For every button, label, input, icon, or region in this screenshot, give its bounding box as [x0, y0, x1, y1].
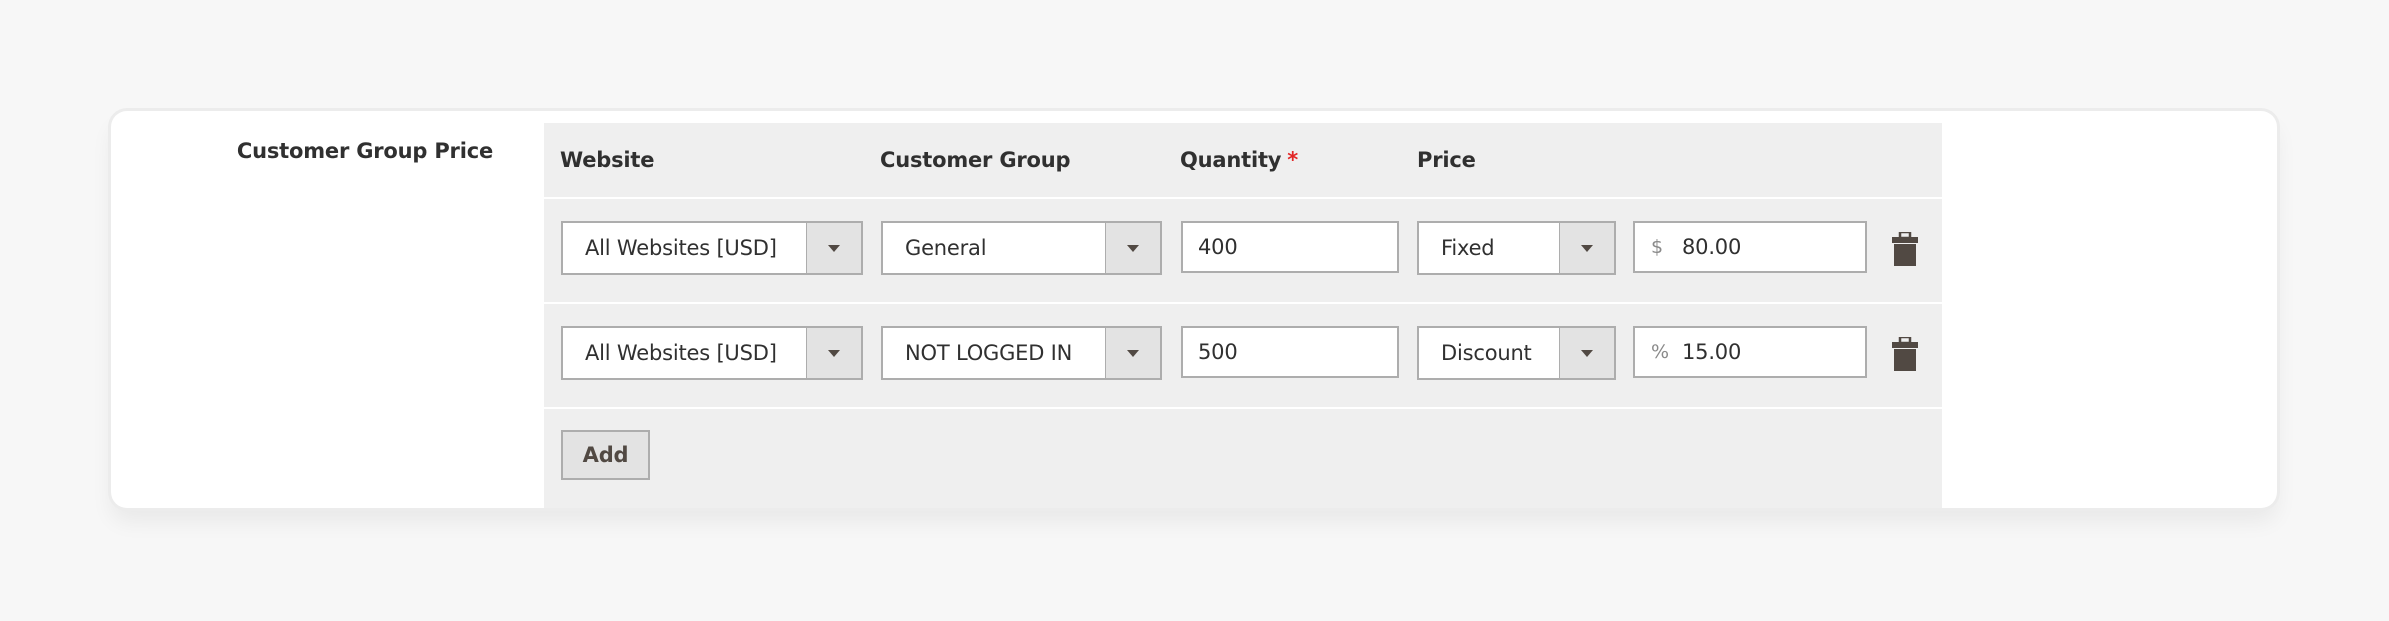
price-type-select[interactable]: Discount	[1417, 326, 1616, 380]
customer-group-price-fieldset: Customer Group Price Website Customer Gr…	[111, 111, 2277, 508]
price-amount-value: 80.00	[1682, 235, 1742, 259]
chevron-down-icon	[1127, 245, 1139, 252]
required-indicator: *	[1287, 148, 1299, 172]
customer-group-select[interactable]: General	[881, 221, 1162, 275]
quantity-input-value: 400	[1198, 235, 1238, 259]
price-type-select-value: Fixed	[1441, 236, 1495, 260]
quantity-input[interactable]: 400	[1181, 221, 1399, 273]
price-type-select-toggle[interactable]	[1559, 328, 1614, 378]
column-header-quantity-label: Quantity	[1180, 148, 1282, 172]
website-select[interactable]: All Websites [USD]	[561, 326, 863, 380]
column-header-customer-group: Customer Group	[880, 148, 1071, 172]
website-select[interactable]: All Websites [USD]	[561, 221, 863, 275]
customer-group-select[interactable]: NOT LOGGED IN	[881, 326, 1162, 380]
price-amount-value: 15.00	[1682, 340, 1742, 364]
table-row: All Websites [USD] General 400 Fixed $ 8…	[544, 199, 1942, 304]
chevron-down-icon	[1581, 245, 1593, 252]
website-select-toggle[interactable]	[806, 223, 861, 273]
price-type-select-value: Discount	[1441, 341, 1532, 365]
website-select-toggle[interactable]	[806, 328, 861, 378]
website-select-value: All Websites [USD]	[585, 341, 777, 365]
customer-group-select-value: NOT LOGGED IN	[905, 341, 1073, 365]
column-header-price: Price	[1417, 148, 1476, 172]
add-button[interactable]: Add	[561, 430, 650, 480]
customer-group-price-grid: Website Customer Group Quantity * Price A…	[544, 123, 1942, 508]
currency-symbol: $	[1651, 236, 1664, 258]
quantity-input-value: 500	[1198, 340, 1238, 364]
price-amount-input[interactable]: $ 80.00	[1633, 221, 1867, 273]
price-type-select[interactable]: Fixed	[1417, 221, 1616, 275]
customer-group-select-value: General	[905, 236, 987, 260]
chevron-down-icon	[1581, 350, 1593, 357]
grid-header: Website Customer Group Quantity * Price	[544, 123, 1942, 199]
trash-icon[interactable]	[1892, 230, 1918, 266]
website-select-value: All Websites [USD]	[585, 236, 777, 260]
chevron-down-icon	[828, 245, 840, 252]
column-header-quantity: Quantity *	[1180, 148, 1298, 172]
quantity-input[interactable]: 500	[1181, 326, 1399, 378]
chevron-down-icon	[828, 350, 840, 357]
chevron-down-icon	[1127, 350, 1139, 357]
column-header-website: Website	[560, 148, 655, 172]
percent-symbol: %	[1651, 341, 1670, 363]
customer-group-select-toggle[interactable]	[1105, 328, 1160, 378]
price-type-select-toggle[interactable]	[1559, 223, 1614, 273]
grid-footer: Add	[544, 409, 1942, 508]
trash-icon[interactable]	[1892, 335, 1918, 371]
customer-group-select-toggle[interactable]	[1105, 223, 1160, 273]
field-label: Customer Group Price	[236, 139, 493, 163]
table-row: All Websites [USD] NOT LOGGED IN 500 Dis…	[544, 304, 1942, 409]
price-amount-input[interactable]: % 15.00	[1633, 326, 1867, 378]
